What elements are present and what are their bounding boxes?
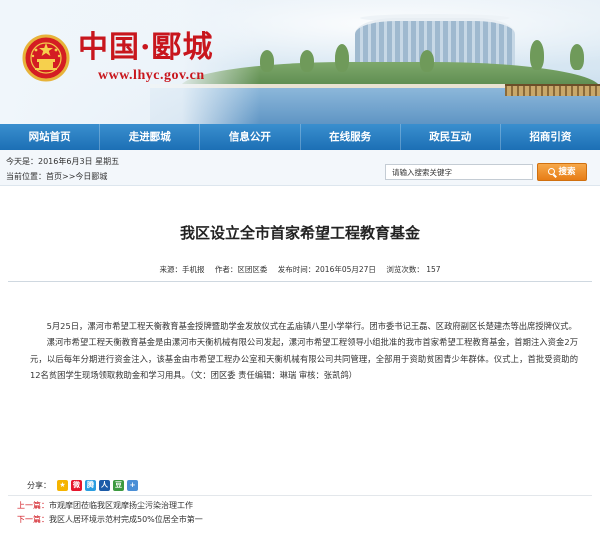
nav-item-home[interactable]: 网站首页 — [0, 124, 101, 150]
banner-tree — [260, 50, 274, 72]
banner-tree — [530, 40, 544, 70]
banner-bridge — [505, 84, 600, 96]
national-emblem-icon — [22, 34, 70, 82]
divider — [8, 281, 592, 282]
article-title: 我区设立全市首家希望工程教育基金 — [179, 224, 420, 242]
next-article: 下一篇：我区人居环境示范村完成50%位居全市第一 — [17, 513, 203, 527]
next-article-link[interactable]: 我区人居环境示范村完成50%位居全市第一 — [49, 515, 203, 524]
prev-article-link[interactable]: 市观摩团莅临我区观摩扬尘污染治理工作 — [49, 501, 193, 510]
article-pager: 上一篇：市观摩团莅临我区观摩扬尘污染治理工作 下一篇：我区人居环境示范村完成50… — [17, 499, 203, 527]
more-icon[interactable]: + — [127, 479, 138, 491]
breadcrumb-current[interactable]: 今日郾城 — [75, 172, 107, 181]
breadcrumb-label: 当前位置： — [6, 172, 46, 181]
banner-tree — [300, 50, 314, 72]
article-source: 来源：手机报 — [159, 265, 205, 274]
tencent-weibo-icon[interactable]: 腾 — [85, 479, 96, 491]
prev-article-label: 上一篇： — [17, 501, 49, 510]
article-paragraph: 5月25日，漯河市希望工程天衡教育基金授牌暨助学金发放仪式在孟庙镇八里小学举行。… — [46, 321, 577, 331]
article-views: 浏览次数： 157 — [386, 265, 441, 274]
search-button[interactable]: 搜索 — [537, 163, 587, 181]
qzone-icon[interactable]: ★ — [57, 479, 68, 491]
article-published: 发布时间：2016年05月27日 — [277, 265, 376, 274]
article-paragraph: 漯河市希望工程天衡教育基金是由漯河市天衡机械有限公司发起，漯河市希望工程领导小组… — [30, 337, 578, 380]
banner-tree — [420, 50, 434, 72]
article-meta: 来源：手机报 作者：区团区委 发布时间：2016年05月27日 浏览次数： 15… — [0, 264, 600, 275]
site-banner: 中国·郾城 www.lhyc.gov.cn — [0, 0, 600, 124]
article-author: 作者：区团区委 — [214, 265, 268, 274]
share-bar: 分享： ★ 微腾人豆 + — [27, 479, 141, 491]
breadcrumb-separator: >> — [62, 172, 76, 181]
current-date: 今天是：2016年6月3日 星期五 — [6, 157, 120, 166]
breadcrumb: 当前位置：首页>>今日郾城 — [6, 171, 107, 182]
main-nav: 网站首页 走进郾城 信息公开 在线服务 政民互动 招商引资 — [0, 124, 600, 150]
nav-item-about[interactable]: 走进郾城 — [100, 124, 201, 150]
nav-item-interaction[interactable]: 政民互动 — [401, 124, 501, 150]
site-url: www.lhyc.gov.cn — [98, 68, 205, 83]
search-icon — [548, 168, 556, 175]
divider — [8, 495, 592, 496]
douban-icon[interactable]: 豆 — [113, 479, 124, 491]
nav-item-info-disclosure[interactable]: 信息公开 — [200, 124, 301, 150]
weibo-icon[interactable]: 微 — [71, 479, 82, 491]
search-button-label: 搜索 — [558, 167, 576, 177]
share-icons: ★ 微腾人豆 + — [57, 479, 141, 491]
nav-item-investment[interactable]: 招商引资 — [501, 124, 600, 150]
breadcrumb-home[interactable]: 首页 — [46, 172, 62, 181]
banner-tree — [335, 44, 349, 72]
article-body: 5月25日，漯河市希望工程天衡教育基金授牌暨助学金发放仪式在孟庙镇八里小学举行。… — [30, 318, 578, 383]
site-title: 中国·郾城 — [78, 30, 214, 65]
prev-article: 上一篇：市观摩团莅临我区观摩扬尘污染治理工作 — [17, 499, 203, 513]
search-input[interactable] — [385, 164, 533, 180]
next-article-label: 下一篇： — [17, 515, 49, 524]
banner-tree — [570, 44, 584, 70]
nav-item-online-services[interactable]: 在线服务 — [301, 124, 401, 150]
share-label: 分享： — [27, 480, 51, 490]
renren-icon[interactable]: 人 — [99, 479, 110, 491]
